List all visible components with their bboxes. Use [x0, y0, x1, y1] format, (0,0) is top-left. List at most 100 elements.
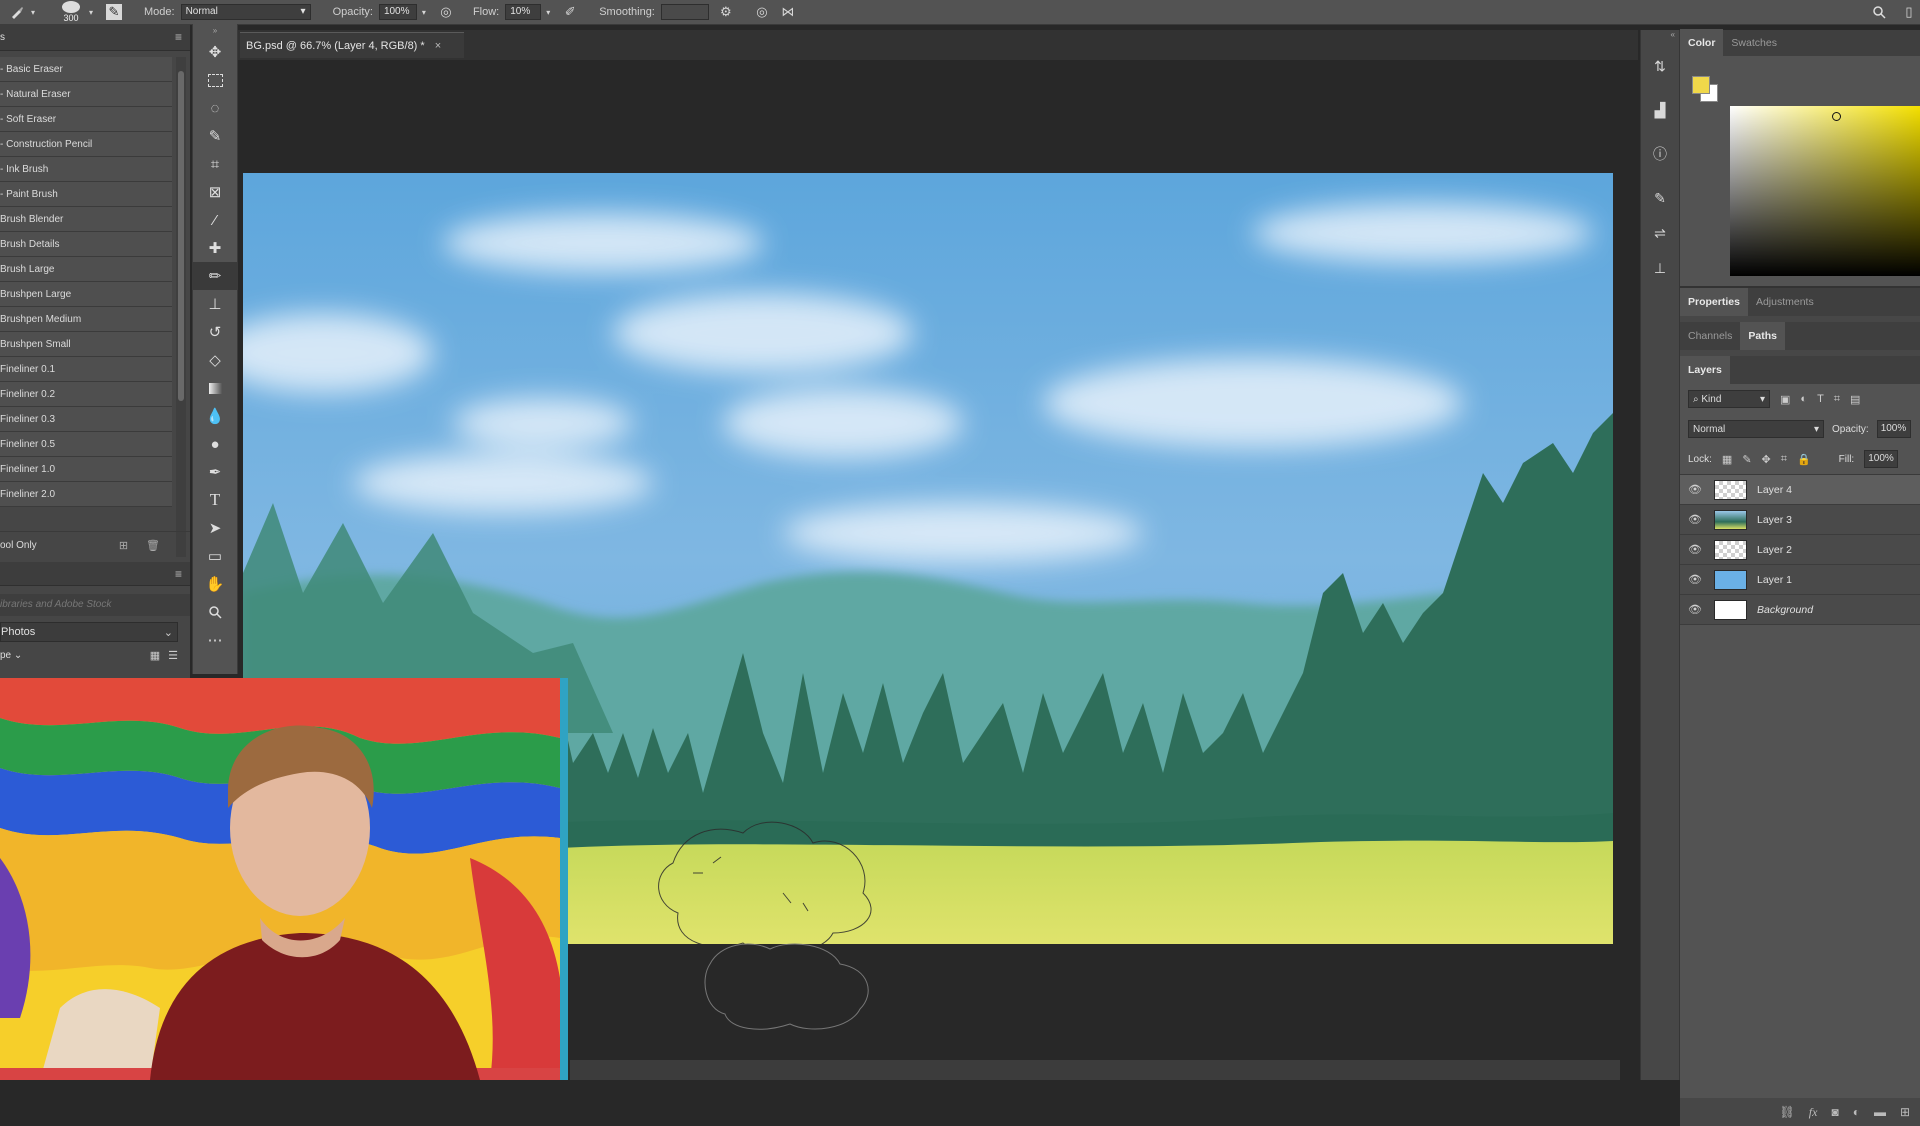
scrollbar-thumb[interactable]: [178, 71, 184, 401]
hand-tool-icon[interactable]: ✋: [193, 570, 237, 598]
search-icon[interactable]: [1870, 3, 1888, 21]
rectangle-tool-icon[interactable]: ▭: [193, 542, 237, 570]
marquee-tool-icon[interactable]: [193, 66, 237, 94]
lock-all-icon[interactable]: 🔒: [1797, 453, 1811, 466]
brush-preset-item[interactable]: Brushpen Large: [0, 282, 172, 307]
new-preset-icon[interactable]: ⊞: [119, 539, 128, 552]
gradient-tool-icon[interactable]: [193, 374, 237, 402]
layer-fill-field[interactable]: 100%: [1864, 450, 1899, 468]
pressure-size-icon[interactable]: ◎: [753, 3, 771, 21]
eyedropper-tool-icon[interactable]: ⁄: [193, 206, 237, 234]
airbrush-icon[interactable]: ✐: [561, 3, 579, 21]
mode-select[interactable]: Normal ▾: [180, 4, 311, 20]
info-icon[interactable]: ⓘ: [1641, 132, 1679, 176]
chevron-down-icon[interactable]: ▾: [419, 3, 429, 21]
visibility-eye-icon[interactable]: 👁: [1680, 483, 1710, 496]
layer-opacity-field[interactable]: 100%: [1876, 420, 1911, 438]
brush-preset-item[interactable]: Brushpen Small: [0, 332, 172, 357]
trash-icon[interactable]: 🗑: [146, 539, 160, 552]
layer-row[interactable]: 👁 Layer 3: [1680, 505, 1920, 535]
library-select[interactable]: Photos ⌄: [0, 622, 178, 642]
chevron-down-icon[interactable]: ▾: [28, 3, 38, 21]
panel-menu-icon[interactable]: ≡: [175, 567, 182, 581]
tab-layers[interactable]: Layers: [1680, 356, 1730, 384]
chevron-down-icon[interactable]: ▾: [86, 3, 96, 21]
workspace-icon[interactable]: ▯: [1900, 3, 1918, 21]
color-picker-handle[interactable]: [1832, 112, 1841, 121]
blur-tool-icon[interactable]: 💧: [193, 402, 237, 430]
new-adjustment-layer-icon[interactable]: ◐: [1853, 1105, 1860, 1119]
brush-preset-item[interactable]: - Ink Brush: [0, 157, 172, 182]
opacity-field[interactable]: 100%: [378, 4, 417, 20]
brush-preset-item[interactable]: Fineliner 1.0: [0, 457, 172, 482]
more-tools-icon[interactable]: ⋯: [193, 626, 237, 654]
brush-preset-item[interactable]: Fineliner 0.3: [0, 407, 172, 432]
filter-smart-object-icon[interactable]: ▤: [1850, 393, 1860, 406]
dodge-tool-icon[interactable]: ●: [193, 430, 237, 458]
brush-preset-item[interactable]: - Paint Brush: [0, 182, 172, 207]
new-layer-icon[interactable]: ⊞: [1900, 1105, 1910, 1119]
brush-settings-icon[interactable]: ✎: [1641, 176, 1679, 220]
eraser-tool-icon[interactable]: ◇: [193, 346, 237, 374]
history-brush-tool-icon[interactable]: ↺: [193, 318, 237, 346]
pen-tool-icon[interactable]: ✒: [193, 458, 237, 486]
brush-preset-item[interactable]: Brush Large: [0, 257, 172, 282]
lock-transparent-icon[interactable]: ▦: [1722, 453, 1732, 466]
brush-preset-item[interactable]: Fineliner 0.5: [0, 432, 172, 457]
chevron-down-icon[interactable]: ▾: [543, 3, 553, 21]
tab-swatches[interactable]: Swatches: [1723, 29, 1785, 57]
color-field[interactable]: [1730, 106, 1920, 276]
collapse-icon[interactable]: «: [1641, 30, 1679, 44]
symmetry-icon[interactable]: ⋈: [779, 3, 797, 21]
lock-pixels-icon[interactable]: ✎: [1742, 453, 1751, 466]
foreground-color-swatch[interactable]: [1692, 76, 1710, 94]
layer-blend-mode-select[interactable]: Normal ▾: [1688, 420, 1824, 438]
lock-artboard-icon[interactable]: ⌗: [1781, 453, 1787, 466]
path-selection-tool-icon[interactable]: ➤: [193, 514, 237, 542]
document-tab[interactable]: BG.psd @ 66.7% (Layer 4, RGB/8) * ×: [240, 32, 464, 58]
library-filter[interactable]: pe ⌄: [0, 650, 22, 661]
layer-row[interactable]: 👁 Background: [1680, 595, 1920, 625]
filter-shape-icon[interactable]: ⌗: [1834, 393, 1840, 406]
flow-field[interactable]: 10%: [505, 4, 542, 20]
panel-menu-icon[interactable]: ≡: [175, 30, 182, 44]
type-tool-icon[interactable]: T: [193, 486, 237, 514]
history-icon[interactable]: ⇅: [1641, 44, 1679, 88]
link-layers-icon[interactable]: ⛓: [1780, 1105, 1795, 1119]
visibility-eye-icon[interactable]: 👁: [1680, 573, 1710, 586]
lasso-tool-icon[interactable]: ◌: [193, 94, 237, 122]
clone-stamp-tool-icon[interactable]: ⊥: [193, 290, 237, 318]
tool-only-label[interactable]: ool Only: [0, 540, 37, 551]
layer-row[interactable]: 👁 Layer 4: [1680, 475, 1920, 505]
move-tool-icon[interactable]: ✥: [193, 38, 237, 66]
brush-preset-item[interactable]: Brushpen Medium: [0, 307, 172, 332]
filter-adjustment-icon[interactable]: ◐: [1800, 393, 1807, 405]
brush-settings-icon[interactable]: ✎: [106, 4, 122, 20]
visibility-eye-icon[interactable]: 👁: [1680, 513, 1710, 526]
crop-tool-icon[interactable]: ⌗: [193, 150, 237, 178]
visibility-eye-icon[interactable]: 👁: [1680, 543, 1710, 556]
brush-tool-icon[interactable]: [8, 3, 26, 21]
tab-color[interactable]: Color: [1680, 29, 1724, 57]
layer-row[interactable]: 👁 Layer 2: [1680, 535, 1920, 565]
layer-row[interactable]: 👁 Layer 1: [1680, 565, 1920, 595]
brush-preset-item[interactable]: - Soft Eraser: [0, 107, 172, 132]
brush-preset-item[interactable]: Brush Details: [0, 232, 172, 257]
visibility-eye-icon[interactable]: 👁: [1680, 603, 1710, 616]
tab-channels[interactable]: Channels: [1680, 322, 1740, 350]
tab-adjustments[interactable]: Adjustments: [1748, 288, 1822, 316]
lock-position-icon[interactable]: ✥: [1762, 453, 1771, 466]
brush-tool-icon[interactable]: ✏: [193, 262, 237, 290]
brush-preset-item[interactable]: Fineliner 0.2: [0, 382, 172, 407]
brush-preset-item[interactable]: Brush Blender: [0, 207, 172, 232]
brush-preset-item[interactable]: - Construction Pencil: [0, 132, 172, 157]
list-view-icon[interactable]: ☰: [168, 649, 178, 662]
layer-kind-filter[interactable]: ⌕ Kind ▾: [1688, 390, 1770, 408]
tab-paths[interactable]: Paths: [1740, 322, 1785, 350]
brush-list-scrollbar[interactable]: [176, 57, 186, 557]
adjustments-icon[interactable]: ⇌: [1641, 220, 1679, 246]
fx-icon[interactable]: fx: [1809, 1105, 1818, 1120]
add-mask-icon[interactable]: ◙: [1831, 1105, 1838, 1119]
new-group-icon[interactable]: ▬: [1874, 1105, 1886, 1119]
brush-preset-item[interactable]: Fineliner 0.1: [0, 357, 172, 382]
